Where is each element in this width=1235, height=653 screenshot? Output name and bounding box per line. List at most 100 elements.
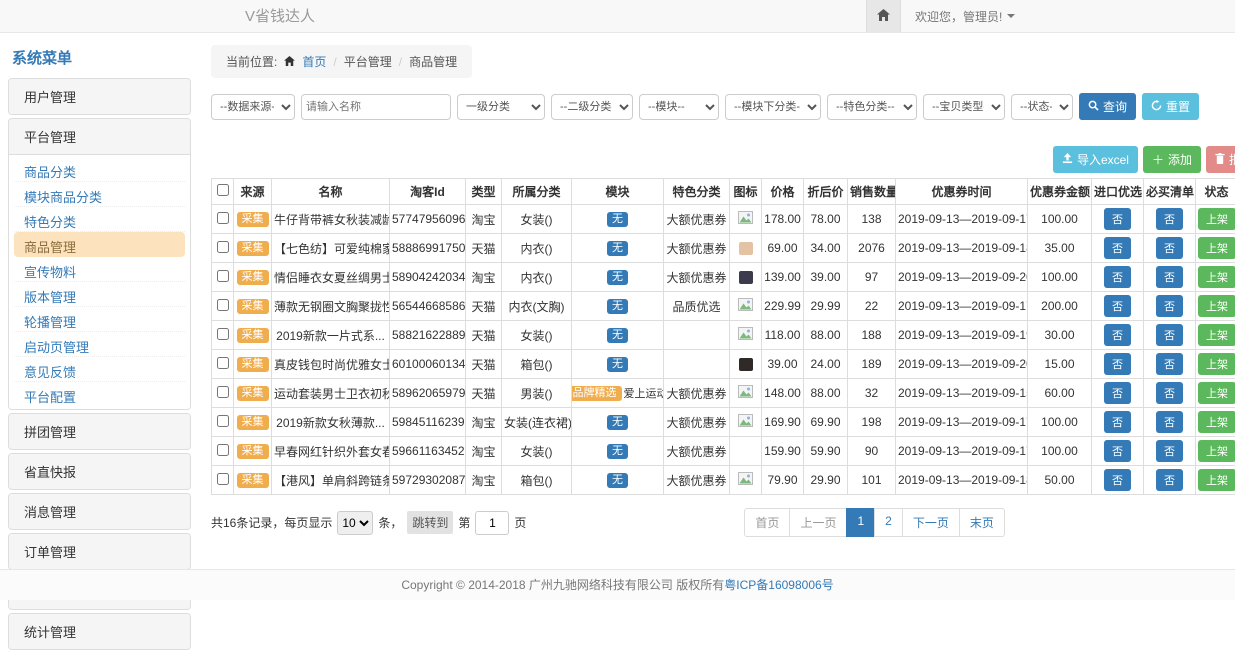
import-select-toggle[interactable]: 否 bbox=[1104, 411, 1131, 433]
status-button[interactable]: 上架 bbox=[1198, 295, 1235, 317]
home-button[interactable] bbox=[866, 0, 901, 32]
must-buy-toggle[interactable]: 否 bbox=[1156, 382, 1183, 404]
sidebar-menu-header-5[interactable]: 订单管理 bbox=[9, 534, 190, 569]
select-all-checkbox[interactable] bbox=[217, 184, 229, 196]
status-button[interactable]: 上架 bbox=[1198, 237, 1235, 259]
breadcrumb-item: 商品管理 bbox=[409, 53, 457, 70]
module-badge: 无 bbox=[607, 241, 628, 256]
jump-page-input[interactable] bbox=[475, 511, 509, 535]
status-button[interactable]: 上架 bbox=[1198, 411, 1235, 433]
status-button[interactable]: 上架 bbox=[1198, 324, 1235, 346]
name-cell: 运动套装男士卫衣初秋... bbox=[272, 379, 390, 408]
query-button[interactable]: 查询 bbox=[1079, 93, 1136, 120]
status-button[interactable]: 上架 bbox=[1198, 469, 1235, 491]
status-button[interactable]: 上架 bbox=[1198, 382, 1235, 404]
pager-item-上一页[interactable]: 上一页 bbox=[789, 508, 847, 537]
row-checkbox[interactable] bbox=[217, 415, 229, 427]
sidebar-item[interactable]: 版本管理 bbox=[14, 282, 185, 307]
pager-item-下一页[interactable]: 下一页 bbox=[902, 508, 960, 537]
sidebar-menu-header-4[interactable]: 消息管理 bbox=[9, 494, 190, 529]
filter-level1-category-select[interactable]: 一级分类 bbox=[457, 94, 545, 120]
sidebar-item[interactable]: 商品管理 bbox=[14, 232, 185, 257]
import-select-toggle[interactable]: 否 bbox=[1104, 382, 1131, 404]
import-select-toggle[interactable]: 否 bbox=[1104, 440, 1131, 462]
import-select-cell: 否 bbox=[1092, 466, 1144, 495]
sidebar-item[interactable]: 特色分类 bbox=[14, 207, 185, 232]
icp-link[interactable]: 粤ICP备16098006号 bbox=[724, 578, 833, 592]
import-select-toggle[interactable]: 否 bbox=[1104, 353, 1131, 375]
row-checkbox[interactable] bbox=[217, 299, 229, 311]
import-select-toggle[interactable]: 否 bbox=[1104, 266, 1131, 288]
filter-data-source-select[interactable]: --数据来源-- bbox=[211, 94, 295, 120]
import-select-toggle[interactable]: 否 bbox=[1104, 295, 1131, 317]
import-select-toggle[interactable]: 否 bbox=[1104, 208, 1131, 230]
status-cell: 上架 bbox=[1196, 408, 1235, 437]
row-select-cell bbox=[212, 234, 234, 263]
page-size-select[interactable]: 10 bbox=[337, 511, 373, 535]
row-checkbox[interactable] bbox=[217, 328, 229, 340]
must-buy-toggle[interactable]: 否 bbox=[1156, 469, 1183, 491]
filter-feature-category-select[interactable]: --特色分类-- bbox=[827, 94, 917, 120]
filter-level2-category-select[interactable]: --二级分类-- bbox=[551, 94, 633, 120]
row-checkbox[interactable] bbox=[217, 357, 229, 369]
must-buy-toggle[interactable]: 否 bbox=[1156, 411, 1183, 433]
must-buy-toggle[interactable]: 否 bbox=[1156, 237, 1183, 259]
status-cell: 上架 bbox=[1196, 466, 1235, 495]
filter-item-type-select[interactable]: --宝贝类型-- bbox=[923, 94, 1005, 120]
sidebar-item[interactable]: 意见反馈 bbox=[14, 357, 185, 382]
module-cell: 无 bbox=[572, 437, 664, 466]
sidebar-menu-header-7[interactable]: 统计管理 bbox=[9, 614, 190, 649]
sidebar-item[interactable]: 宣传物料 bbox=[14, 257, 185, 282]
import-excel-button[interactable]: 导入excel bbox=[1053, 146, 1138, 173]
breadcrumb-home-link[interactable]: 首页 bbox=[302, 53, 326, 70]
sidebar-item[interactable]: 平台配置 bbox=[14, 382, 185, 407]
must-buy-toggle[interactable]: 否 bbox=[1156, 353, 1183, 375]
row-checkbox[interactable] bbox=[217, 270, 229, 282]
row-checkbox[interactable] bbox=[217, 473, 229, 485]
module-badge: 品牌精选 bbox=[572, 386, 622, 401]
row-checkbox[interactable] bbox=[217, 444, 229, 456]
user-menu[interactable]: 欢迎您，管理员! bbox=[901, 0, 1029, 32]
jump-button[interactable]: 跳转到 bbox=[407, 511, 453, 534]
status-button[interactable]: 上架 bbox=[1198, 208, 1235, 230]
coupon-time-cell: 2019-09-13—2019-09-19 bbox=[896, 321, 1028, 350]
sidebar-menu-header-1[interactable]: 平台管理 bbox=[9, 119, 190, 154]
pager-item-首页[interactable]: 首页 bbox=[744, 508, 790, 537]
row-checkbox[interactable] bbox=[217, 212, 229, 224]
sidebar-item[interactable]: 模块商品分类 bbox=[14, 182, 185, 207]
sidebar-item[interactable]: 商品分类 bbox=[14, 157, 185, 182]
sidebar-menu-header-2[interactable]: 拼团管理 bbox=[9, 414, 190, 449]
must-buy-toggle[interactable]: 否 bbox=[1156, 324, 1183, 346]
module-badge: 无 bbox=[607, 299, 628, 314]
batch-delete-button[interactable]: 批量删除 bbox=[1206, 146, 1235, 173]
row-checkbox[interactable] bbox=[217, 241, 229, 253]
filter-name-input[interactable] bbox=[301, 94, 451, 120]
row-checkbox[interactable] bbox=[217, 386, 229, 398]
sidebar-item[interactable]: 轮播管理 bbox=[14, 307, 185, 332]
type-cell: 淘宝 bbox=[466, 437, 502, 466]
sidebar-menu-header-3[interactable]: 省直快报 bbox=[9, 454, 190, 489]
must-buy-toggle[interactable]: 否 bbox=[1156, 440, 1183, 462]
status-button[interactable]: 上架 bbox=[1198, 440, 1235, 462]
sidebar-menu-header-0[interactable]: 用户管理 bbox=[9, 79, 190, 114]
filter-module-subcategory-select[interactable]: --模块下分类-- bbox=[725, 94, 821, 120]
discount-price-cell: 69.90 bbox=[804, 408, 848, 437]
status-button[interactable]: 上架 bbox=[1198, 266, 1235, 288]
import-select-toggle[interactable]: 否 bbox=[1104, 237, 1131, 259]
module-cell: 无 bbox=[572, 263, 664, 292]
status-button[interactable]: 上架 bbox=[1198, 353, 1235, 375]
pager-item-1[interactable]: 1 bbox=[846, 508, 875, 537]
must-buy-toggle[interactable]: 否 bbox=[1156, 266, 1183, 288]
must-buy-toggle[interactable]: 否 bbox=[1156, 208, 1183, 230]
pager-item-2[interactable]: 2 bbox=[874, 508, 903, 537]
sidebar-item[interactable]: 启动页管理 bbox=[14, 332, 185, 357]
filter-module-select[interactable]: --模块-- bbox=[639, 94, 719, 120]
add-button[interactable]: ＋ 添加 bbox=[1143, 146, 1201, 173]
pager-item-末页[interactable]: 末页 bbox=[959, 508, 1005, 537]
import-select-toggle[interactable]: 否 bbox=[1104, 469, 1131, 491]
filter-status-select[interactable]: --状态-- bbox=[1011, 94, 1073, 120]
must-buy-toggle[interactable]: 否 bbox=[1156, 295, 1183, 317]
import-select-toggle[interactable]: 否 bbox=[1104, 324, 1131, 346]
reset-button[interactable]: 重置 bbox=[1142, 93, 1199, 120]
must-buy-cell: 否 bbox=[1144, 466, 1196, 495]
